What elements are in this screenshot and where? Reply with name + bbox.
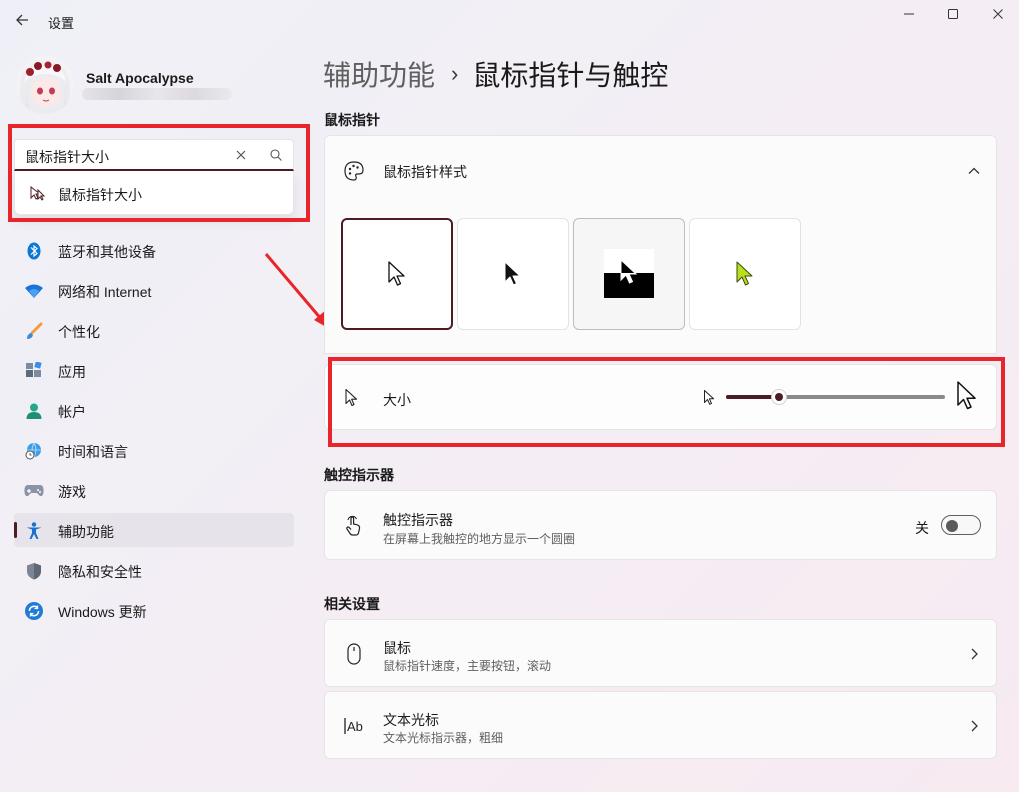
black-pointer-icon — [504, 261, 521, 286]
touch-indicator-toggle[interactable] — [941, 515, 981, 535]
custom-color-pointer-icon — [736, 261, 753, 286]
white-pointer-icon — [388, 261, 405, 286]
sidebar-item-bluetooth[interactable]: 蓝牙和其他设备 — [14, 233, 294, 267]
wifi-icon — [24, 281, 44, 301]
app-title: 设置 — [48, 16, 75, 31]
gamepad-icon — [24, 481, 44, 501]
pointer-style-label: 鼠标指针样式 — [383, 164, 467, 180]
sidebar-item-label: 时间和语言 — [58, 444, 128, 460]
bluetooth-icon — [24, 241, 44, 261]
highlight-box-search — [8, 124, 310, 222]
palette-icon — [343, 160, 365, 182]
brush-icon — [24, 321, 44, 341]
avatar-image — [16, 56, 74, 114]
sidebar-item-accessibility[interactable]: 辅助功能 — [14, 513, 294, 547]
related-item-subtitle: 鼠标指针速度，主要按钮，滚动 — [383, 659, 552, 673]
globe-clock-icon — [24, 441, 44, 461]
related-item-subtitle: 文本光标指示器，粗细 — [383, 731, 504, 745]
toggle-knob — [946, 520, 958, 532]
sidebar-item-label: 个性化 — [58, 324, 100, 340]
apps-icon — [24, 361, 44, 381]
sidebar-item-label: 蓝牙和其他设备 — [58, 244, 156, 260]
pointer-style-white[interactable] — [341, 218, 453, 330]
touch-indicator-title: 触控指示器 — [383, 512, 453, 528]
minimize-icon — [904, 13, 914, 15]
breadcrumb-parent[interactable]: 辅助功能 — [323, 54, 435, 94]
avatar[interactable] — [16, 56, 74, 114]
svg-text:Ab: Ab — [347, 719, 363, 734]
sidebar-item-label: 辅助功能 — [58, 524, 114, 540]
related-item-mouse[interactable]: 鼠标 鼠标指针速度，主要按钮，滚动 — [324, 619, 997, 687]
pointer-style-custom[interactable] — [689, 218, 801, 330]
sidebar-item-privacy[interactable]: 隐私和安全性 — [14, 553, 294, 587]
breadcrumb: 辅助功能 › 鼠标指针与触控 — [323, 54, 668, 94]
mouse-icon — [343, 643, 365, 665]
shield-icon — [24, 561, 44, 581]
sidebar-item-label: Windows 更新 — [58, 604, 147, 620]
sidebar-item-gaming[interactable]: 游戏 — [14, 473, 294, 507]
sidebar-item-network[interactable]: 网络和 Internet — [14, 273, 294, 307]
close-icon — [993, 9, 1003, 19]
back-arrow-icon — [16, 14, 28, 26]
maximize-icon — [948, 9, 958, 19]
touch-indicator-subtitle: 在屏幕上我触控的地方显示一个圆圈 — [383, 532, 576, 546]
sidebar-item-windows-update[interactable]: Windows 更新 — [14, 593, 294, 627]
related-item-text-cursor[interactable]: Ab 文本光标 文本光标指示器，粗细 — [324, 691, 997, 759]
sidebar-item-accounts[interactable]: 帐户 — [14, 393, 294, 427]
back-button[interactable] — [10, 8, 34, 32]
sidebar-item-label: 应用 — [58, 364, 86, 380]
sidebar-item-label: 隐私和安全性 — [58, 564, 142, 580]
pointer-style-black[interactable] — [457, 218, 569, 330]
pointer-style-inverted[interactable] — [573, 218, 685, 330]
touch-indicator-row[interactable]: 触控指示器 在屏幕上我触控的地方显示一个圆圈 关 — [324, 490, 997, 560]
maximize-button[interactable] — [930, 0, 976, 28]
minimize-button[interactable] — [886, 0, 932, 28]
user-email-redacted — [82, 88, 232, 100]
text-cursor-icon: Ab — [343, 715, 365, 737]
section-title-touch: 触控指示器 — [324, 467, 394, 483]
chevron-right-icon — [971, 648, 978, 660]
user-name: Salt Apocalypse — [86, 70, 194, 86]
sidebar-item-label: 帐户 — [58, 404, 86, 420]
chevron-up-icon[interactable] — [967, 164, 981, 178]
inverted-pointer-icon — [604, 249, 654, 298]
close-button[interactable] — [975, 0, 1019, 28]
section-title-related: 相关设置 — [324, 596, 380, 612]
touch-toggle-state: 关 — [915, 520, 929, 536]
account-icon — [24, 401, 44, 421]
update-icon — [24, 601, 44, 621]
sidebar-item-personalization[interactable]: 个性化 — [14, 313, 294, 347]
sidebar-item-label: 网络和 Internet — [58, 284, 152, 300]
sidebar-item-label: 游戏 — [58, 484, 86, 500]
breadcrumb-separator: › — [451, 61, 459, 86]
related-item-title: 鼠标 — [383, 640, 411, 656]
accessibility-icon — [24, 521, 44, 541]
page-title: 鼠标指针与触控 — [472, 60, 669, 91]
chevron-right-icon — [971, 720, 978, 732]
sidebar-item-time-language[interactable]: 时间和语言 — [14, 433, 294, 467]
section-title-mouse-pointer: 鼠标指针 — [324, 112, 380, 128]
active-indicator — [14, 522, 17, 538]
highlight-box-size — [328, 357, 1005, 447]
related-item-title: 文本光标 — [383, 712, 439, 728]
touch-hand-icon — [343, 515, 365, 537]
pointer-style-header[interactable]: 鼠标指针样式 — [324, 135, 997, 205]
sidebar-item-apps[interactable]: 应用 — [14, 353, 294, 387]
